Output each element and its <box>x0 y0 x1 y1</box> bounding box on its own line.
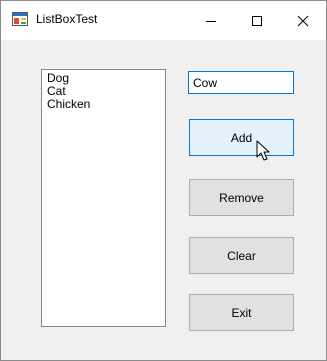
close-button[interactable] <box>280 1 326 40</box>
maximize-button[interactable] <box>234 1 280 40</box>
exit-button[interactable]: Exit <box>189 294 294 331</box>
window-title: ListBoxTest <box>36 12 98 26</box>
animal-listbox[interactable]: Dog Cat Chicken <box>41 69 166 327</box>
list-item[interactable]: Chicken <box>47 98 165 111</box>
app-icon <box>12 11 28 27</box>
maximize-icon <box>252 15 262 26</box>
minimize-icon <box>206 20 216 22</box>
app-window: ListBoxTest Dog Cat Chicken Add Remove C… <box>0 0 327 361</box>
mouse-pointer-icon <box>256 140 274 162</box>
item-input[interactable] <box>188 71 294 94</box>
remove-button[interactable]: Remove <box>189 179 294 216</box>
minimize-button[interactable] <box>188 1 234 40</box>
title-bar[interactable]: ListBoxTest <box>1 1 326 40</box>
close-icon <box>297 15 309 26</box>
clear-button[interactable]: Clear <box>189 237 294 274</box>
add-button[interactable]: Add <box>189 119 294 156</box>
